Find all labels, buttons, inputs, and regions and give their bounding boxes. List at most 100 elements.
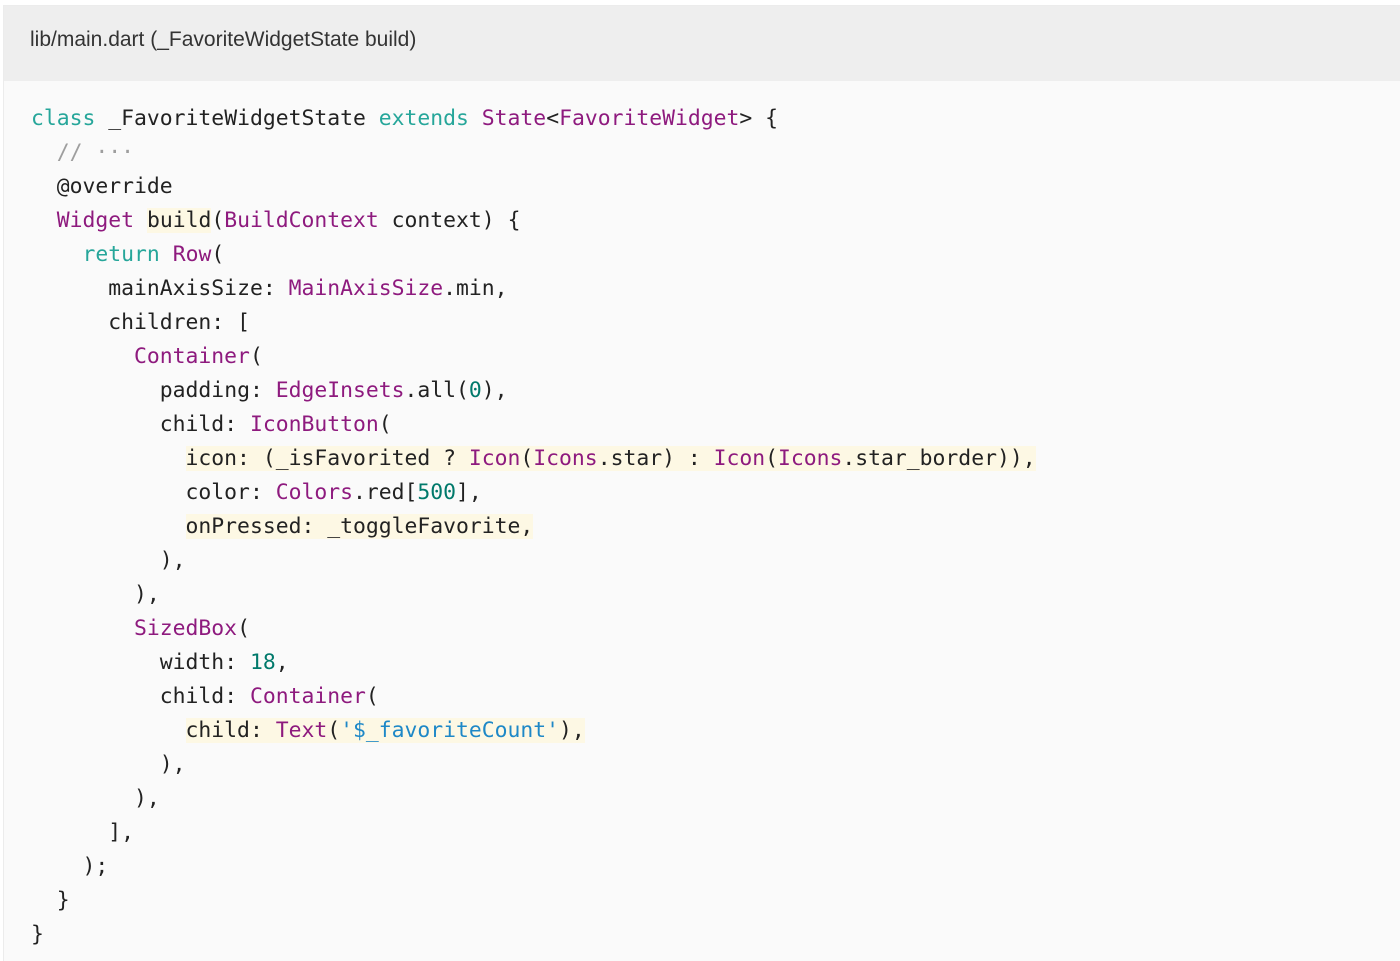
code-content: Container( xyxy=(134,344,263,369)
code-token: return xyxy=(82,242,160,267)
code-token: ), xyxy=(134,582,160,607)
code-token: @override xyxy=(56,174,173,199)
code-line: SizedBox( xyxy=(31,612,1036,646)
code-token: extends xyxy=(378,106,469,131)
code-token: Container xyxy=(249,684,366,709)
code-token: BuildContext xyxy=(224,208,379,233)
code-line: ), xyxy=(31,748,1036,782)
code-token: > { xyxy=(739,106,779,131)
code-token: Row xyxy=(172,242,212,267)
highlighted-code: onPressed: _toggleFavorite, xyxy=(185,514,534,539)
code-line: width: 18, xyxy=(31,646,1036,680)
code-token: .star) : xyxy=(597,446,714,471)
code-line: ), xyxy=(31,782,1036,816)
code-token: child: xyxy=(159,412,250,437)
code-line: ); xyxy=(31,850,1036,884)
code-token: child: xyxy=(159,684,250,709)
code-line: child: Container( xyxy=(31,680,1036,714)
code-token: ( xyxy=(327,718,341,743)
code-token: ( xyxy=(520,446,534,471)
code-token: ( xyxy=(237,616,250,641)
code-token: SizedBox xyxy=(134,616,238,641)
code-token: Icon xyxy=(713,446,766,471)
code-content: padding: EdgeInsets.all(0), xyxy=(160,378,508,403)
code-line: child: IconButton( xyxy=(31,408,1036,442)
code-token: icon: (_isFavorited ? xyxy=(185,446,469,471)
code-token: ( xyxy=(378,412,392,437)
code-line: color: Colors.red[500], xyxy=(31,476,1036,510)
code-token: ), xyxy=(481,378,508,403)
code-token: child: xyxy=(185,718,276,743)
code-line: padding: EdgeInsets.all(0), xyxy=(31,374,1036,408)
code-line: child: Text('$_favoriteCount'), xyxy=(31,714,1036,748)
code-token: } xyxy=(31,922,44,947)
code-token: EdgeInsets xyxy=(275,378,405,403)
code-token: .min, xyxy=(443,276,508,301)
code-content: ], xyxy=(108,820,134,845)
code-token: ), xyxy=(159,752,186,777)
file-path-label: lib/main.dart (_FavoriteWidgetState buil… xyxy=(30,28,417,51)
code-token: _FavoriteWidgetState xyxy=(95,106,379,131)
code-line: children: [ xyxy=(31,306,1036,340)
code-token: Container xyxy=(134,344,250,369)
code-content: color: Colors.red[500], xyxy=(186,480,482,505)
code-line: ), xyxy=(31,578,1036,612)
code-line: mainAxisSize: MainAxisSize.min, xyxy=(31,272,1036,306)
code-token: MainAxisSize xyxy=(288,276,444,301)
code-line: Container( xyxy=(31,340,1036,374)
code-token: , xyxy=(275,650,289,675)
code-content: } xyxy=(31,922,44,947)
code-line: class _FavoriteWidgetState extends State… xyxy=(31,102,1036,136)
code-excerpt-panel: lib/main.dart (_FavoriteWidgetState buil… xyxy=(3,5,1400,961)
code-line: // ··· xyxy=(31,136,1036,170)
code-line: return Row( xyxy=(31,238,1036,272)
code-token: FavoriteWidget xyxy=(559,106,740,131)
code-content: ), xyxy=(160,548,186,573)
code-token: 500 xyxy=(417,480,457,505)
code-token: .all( xyxy=(404,378,469,403)
code-token: padding: xyxy=(159,378,276,403)
code-line: @override xyxy=(31,170,1036,204)
code-token: Text xyxy=(275,718,328,743)
code-token: ], xyxy=(456,480,482,505)
code-token: 18 xyxy=(249,650,276,675)
code-content: width: 18, xyxy=(160,650,289,675)
code-token: ( xyxy=(211,208,225,233)
code-token: ), xyxy=(559,718,585,743)
code-content: children: [ xyxy=(108,310,250,335)
code-content: @override xyxy=(57,174,173,199)
code-token: mainAxisSize: xyxy=(108,276,289,301)
code-content: return Row( xyxy=(83,242,225,267)
code-content: ), xyxy=(134,786,160,811)
code-token: IconButton xyxy=(249,412,379,437)
code-token: class xyxy=(31,106,96,131)
code-token: ( xyxy=(765,446,778,471)
code-token: .star_border)), xyxy=(842,446,1036,471)
code-line: ), xyxy=(31,544,1036,578)
code-token: Colors xyxy=(275,480,353,505)
code-content: ); xyxy=(83,854,109,879)
code-token: } xyxy=(56,888,70,913)
code-token: build xyxy=(146,208,212,233)
code-content: child: IconButton( xyxy=(160,412,392,437)
code-token: children: [ xyxy=(108,310,250,335)
